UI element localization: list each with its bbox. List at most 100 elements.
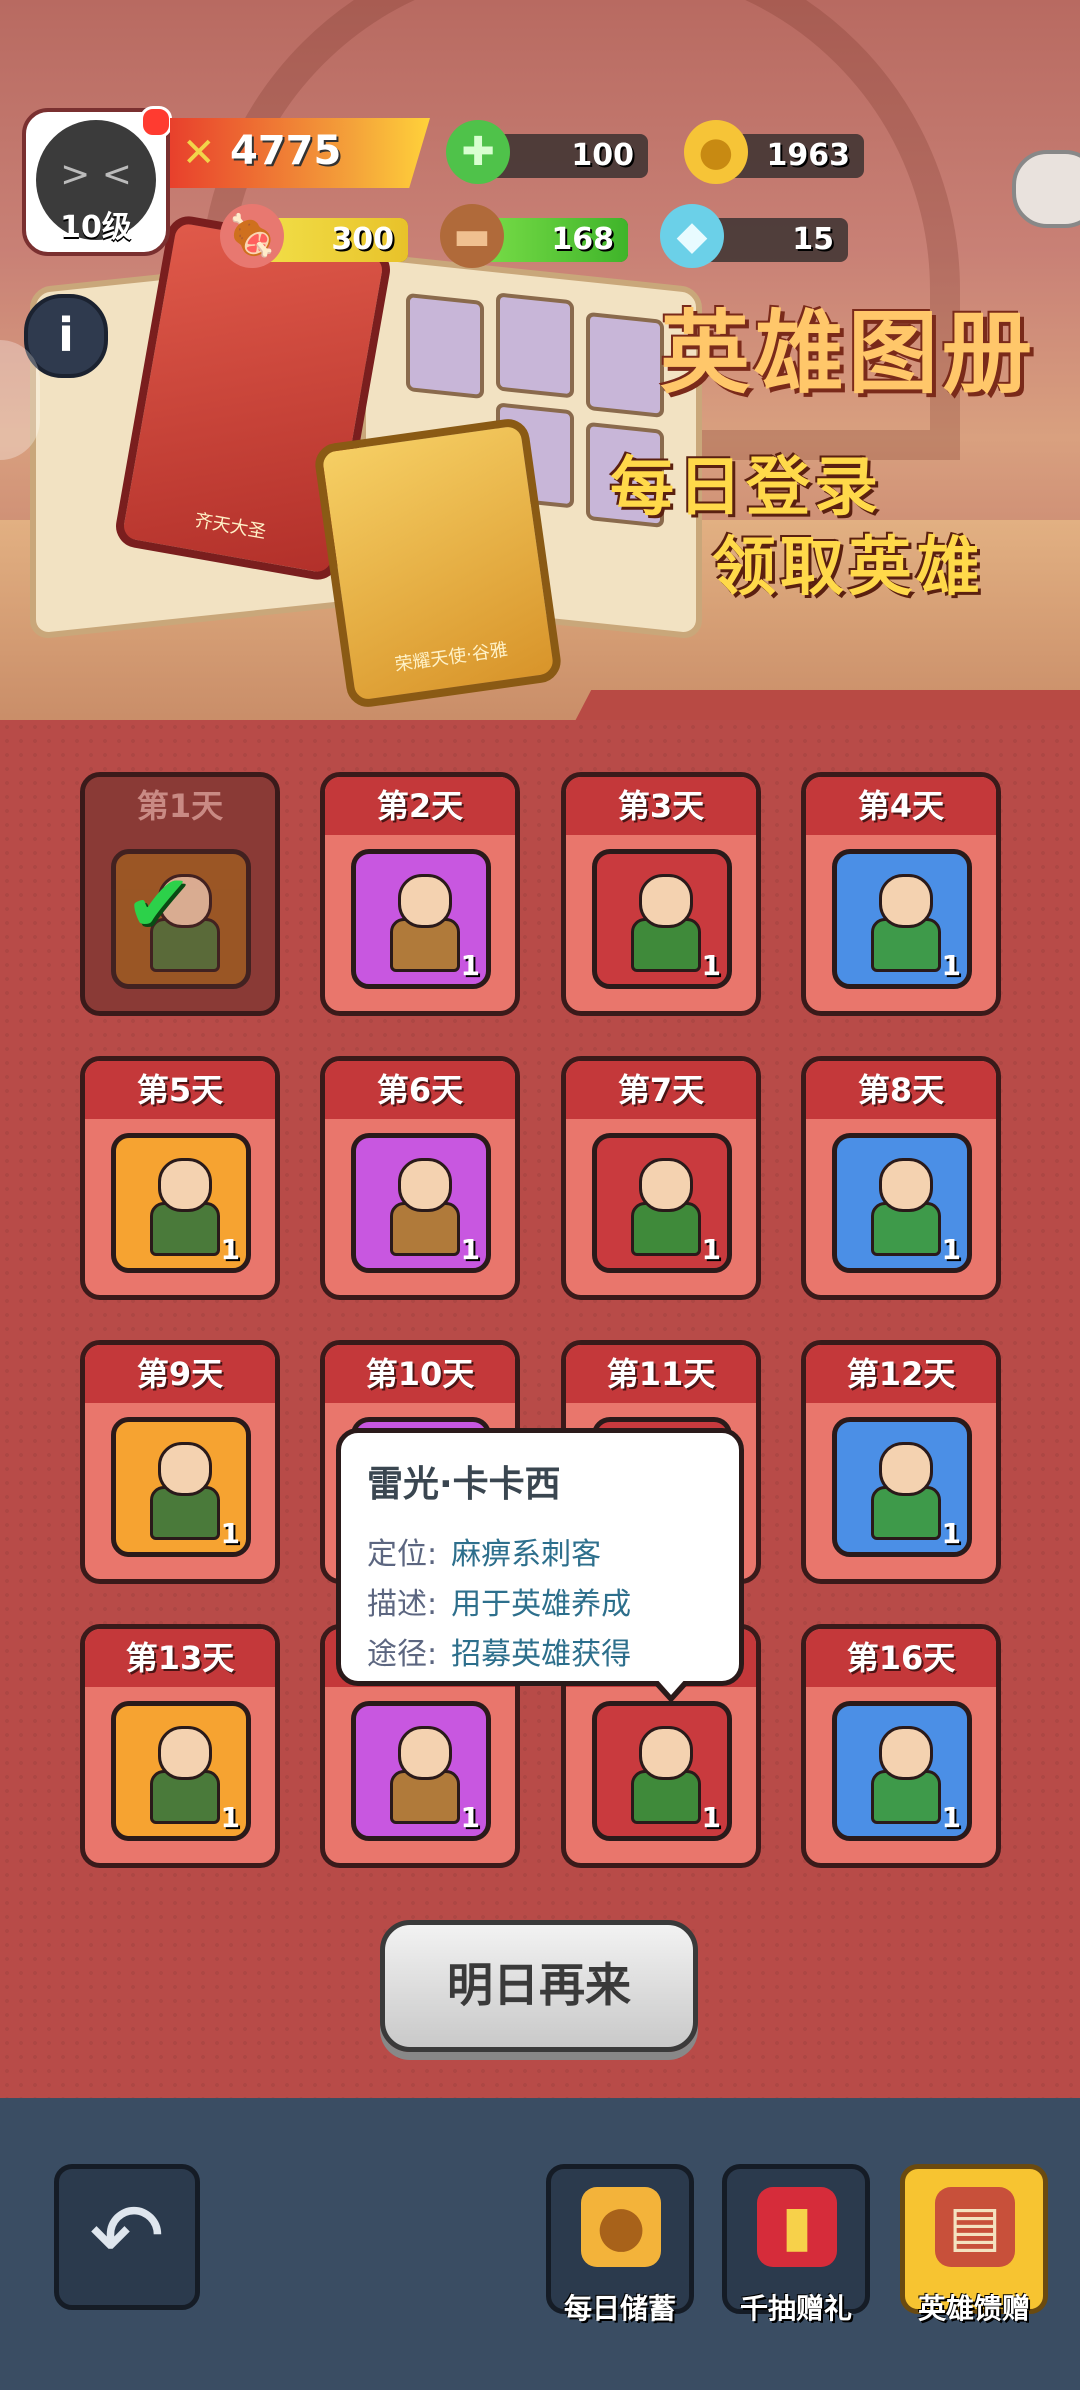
hero-portrait-icon <box>863 1726 943 1824</box>
hero-portrait-icon <box>623 874 703 972</box>
resource-wood[interactable]: ▬ 168 <box>440 204 628 268</box>
crystal-value: 15 <box>792 222 834 257</box>
day-reward-card[interactable]: 第8天 1 <box>801 1056 1001 1300</box>
day-reward-card[interactable]: 第13天 1 <box>80 1624 280 1868</box>
hero-reward-slot[interactable]: 1 <box>592 1133 732 1273</box>
resource-crystal[interactable]: ◆ 15 <box>660 204 848 268</box>
resource-gem[interactable]: ✚ 100 <box>446 120 648 184</box>
wood-value: 168 <box>551 222 614 257</box>
gold-value: 1963 <box>766 138 851 173</box>
hero-head <box>398 1158 452 1212</box>
hero-head <box>879 874 933 928</box>
tooltip-desc-line: 描述: 用于英雄养成 <box>367 1579 631 1623</box>
hero-head <box>158 1442 212 1496</box>
hero-reward-slot[interactable]: 1 <box>351 849 491 989</box>
bottom-nav: ↶ ● 每日储蓄 ▮ 千抽赠礼 ▤ 英雄馈赠 <box>0 2098 1080 2390</box>
hero-count: 1 <box>941 1801 961 1834</box>
hero-tooltip: 雷光·卡卡西 定位: 麻痹系刺客 描述: 用于英雄养成 途径: 招募英雄获得 <box>336 1428 744 1703</box>
tooltip-role-key: 定位: <box>367 1537 438 1572</box>
tooltip-desc-key: 描述: <box>367 1587 438 1622</box>
hero-count: 1 <box>460 1801 480 1834</box>
hero-portrait-icon <box>142 1442 222 1540</box>
hero-head <box>158 1726 212 1780</box>
hero-reward-slot[interactable]: 1 <box>111 1417 251 1557</box>
tab-hero-gift[interactable]: ▤ 英雄馈赠 <box>900 2164 1048 2325</box>
hero-count: 1 <box>941 1233 961 1266</box>
hero-portrait-icon <box>142 1726 222 1824</box>
banner-title: 英雄图册 <box>660 301 1036 406</box>
resource-meat[interactable]: 🍖 300 <box>220 204 408 268</box>
hero-reward-slot[interactable]: 1 <box>351 1701 491 1841</box>
hero-card-red-caption: 齐天大圣 <box>193 509 268 544</box>
hero-reward-slot[interactable]: 1 <box>351 1133 491 1273</box>
day-reward-card[interactable]: 第4天 1 <box>801 772 1001 1016</box>
meat-value: 300 <box>331 222 394 257</box>
hero-count: 1 <box>941 1517 961 1550</box>
hero-card-gold: 荣耀天使·谷雅 <box>312 416 564 710</box>
tooltip-source-line: 途径: 招募英雄获得 <box>367 1629 631 1673</box>
green-gem-icon: ✚ <box>446 120 510 184</box>
gold-coin-icon: ● <box>684 120 748 184</box>
tab-hero-gift-label: 英雄馈赠 <box>917 2292 1030 2325</box>
hero-head <box>879 1726 933 1780</box>
red-card-icon: ▮ <box>757 2187 837 2267</box>
hero-reward-slot[interactable]: 1 <box>832 1417 972 1557</box>
day-reward-card[interactable]: 第9天 1 <box>80 1340 280 1584</box>
book-thumb <box>406 292 484 400</box>
hero-card-gold-caption: 荣耀天使·谷雅 <box>393 639 510 676</box>
hero-reward-slot[interactable]: 1 <box>832 1133 972 1273</box>
hero-count: 1 <box>460 949 480 982</box>
tooltip-role-value: 麻痹系刺客 <box>451 1537 602 1572</box>
back-button[interactable]: ↶ <box>54 2164 200 2310</box>
tooltip-pointer-fill <box>655 1677 687 1695</box>
tooltip-role-line: 定位: 麻痹系刺客 <box>367 1529 601 1573</box>
day-reward-card[interactable]: 第6天 1 <box>320 1056 520 1300</box>
day-label: 第10天 <box>325 1345 515 1403</box>
hero-portrait-icon <box>142 1158 222 1256</box>
hero-head <box>398 874 452 928</box>
combat-power-value: 4775 <box>230 128 342 174</box>
day-reward-card[interactable]: 第16天 1 <box>801 1624 1001 1868</box>
day-reward-card[interactable]: 第7天 1 <box>561 1056 761 1300</box>
hero-reward-slot[interactable]: 1 <box>592 849 732 989</box>
tooltip-desc-value: 用于英雄养成 <box>451 1587 632 1622</box>
notification-dot <box>140 106 172 138</box>
blue-crystal-icon: ◆ <box>660 204 724 268</box>
banner-subtitle-line2: 领取英雄 <box>712 531 984 605</box>
player-avatar[interactable]: > < 10级 <box>22 106 172 256</box>
hero-reward-slot[interactable]: 1 <box>111 1133 251 1273</box>
tab-thousand-draw-gift[interactable]: ▮ 千抽赠礼 <box>722 2164 870 2325</box>
day-reward-card[interactable]: 第12天 1 <box>801 1340 1001 1584</box>
meat-icon: 🍖 <box>220 204 284 268</box>
tab-daily-savings-label: 每日储蓄 <box>563 2292 676 2325</box>
hero-count: 1 <box>220 1517 240 1550</box>
hero-head <box>639 874 693 928</box>
tab-daily-savings[interactable]: ● 每日储蓄 <box>546 2164 694 2325</box>
come-back-tomorrow-button[interactable]: 明日再来 <box>380 1920 698 2052</box>
day-label: 第4天 <box>806 777 996 835</box>
day-label: 第7天 <box>566 1061 756 1119</box>
hero-reward-slot[interactable]: 1 <box>592 1701 732 1841</box>
day-reward-card[interactable]: 第2天 1 <box>320 772 520 1016</box>
hero-count: 1 <box>941 949 961 982</box>
hero-portrait-icon <box>382 874 462 972</box>
player-level: 10级 <box>60 210 132 245</box>
day-reward-card[interactable]: 第5天 1 <box>80 1056 280 1300</box>
back-arrow-icon: ↶ <box>89 2184 165 2289</box>
hero-portrait-icon <box>382 1726 462 1824</box>
wood-log-icon: ▬ <box>440 204 504 268</box>
day-reward-card[interactable]: 第1天 ✔ <box>80 772 280 1016</box>
day-reward-card[interactable]: 第3天 1 <box>561 772 761 1016</box>
hero-reward-slot[interactable]: 1 <box>111 1701 251 1841</box>
day-label: 第12天 <box>806 1345 996 1403</box>
hero-head <box>158 1158 212 1212</box>
info-icon: i <box>58 308 74 362</box>
hero-reward-slot[interactable]: 1 <box>832 1701 972 1841</box>
hero-reward-slot[interactable]: 1 <box>832 849 972 989</box>
hero-count: 1 <box>701 949 721 982</box>
resource-gold[interactable]: ● 1963 <box>684 120 864 184</box>
side-toggle[interactable] <box>1012 150 1080 228</box>
gem-value: 100 <box>571 138 634 173</box>
hero-count: 1 <box>220 1233 240 1266</box>
claimed-check-icon: ✔ <box>125 857 193 950</box>
